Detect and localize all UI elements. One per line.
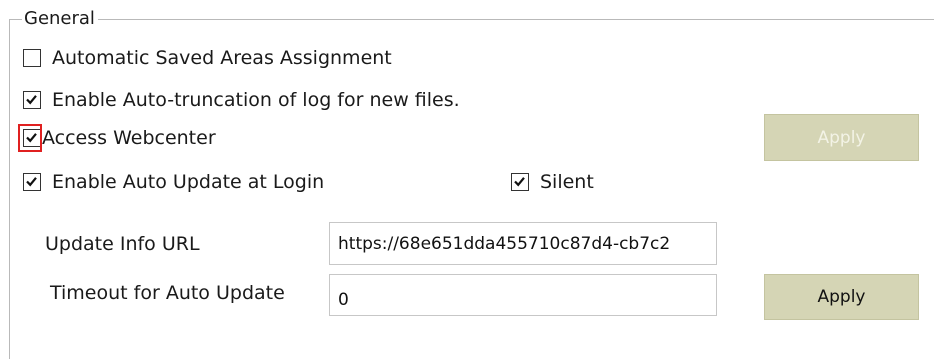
access-webcenter-label: Access Webcenter: [42, 127, 216, 149]
automatic-saved-areas-row[interactable]: Automatic Saved Areas Assignment: [23, 44, 392, 72]
automatic-saved-areas-checkbox[interactable]: [23, 49, 41, 67]
checkmark-icon: [514, 177, 525, 187]
update-info-url-label: Update Info URL: [45, 233, 200, 255]
silent-label: Silent: [540, 171, 594, 193]
general-group-title: General: [22, 7, 98, 31]
checkmark-icon: [26, 133, 37, 143]
access-webcenter-row[interactable]: Access Webcenter: [23, 124, 216, 152]
checkmark-icon: [26, 177, 37, 187]
enable-auto-update-label: Enable Auto Update at Login: [52, 171, 325, 193]
silent-row[interactable]: Silent: [511, 168, 594, 196]
checkmark-icon: [26, 95, 37, 105]
timeout-auto-update-input[interactable]: [329, 274, 717, 316]
access-webcenter-checkbox[interactable]: [23, 129, 41, 147]
auto-truncation-row[interactable]: Enable Auto-truncation of log for new fi…: [23, 86, 460, 114]
webcenter-apply-button[interactable]: Apply: [764, 114, 919, 161]
timeout-auto-update-label: Timeout for Auto Update: [50, 282, 285, 304]
enable-auto-update-row[interactable]: Enable Auto Update at Login: [23, 168, 324, 196]
enable-auto-update-checkbox[interactable]: [23, 173, 41, 191]
update-info-url-input[interactable]: [329, 222, 717, 265]
auto-update-apply-button[interactable]: Apply: [764, 274, 919, 320]
silent-checkbox[interactable]: [511, 173, 529, 191]
auto-truncation-label: Enable Auto-truncation of log for new fi…: [52, 89, 460, 111]
automatic-saved-areas-label: Automatic Saved Areas Assignment: [52, 47, 392, 69]
auto-truncation-checkbox[interactable]: [23, 91, 41, 109]
